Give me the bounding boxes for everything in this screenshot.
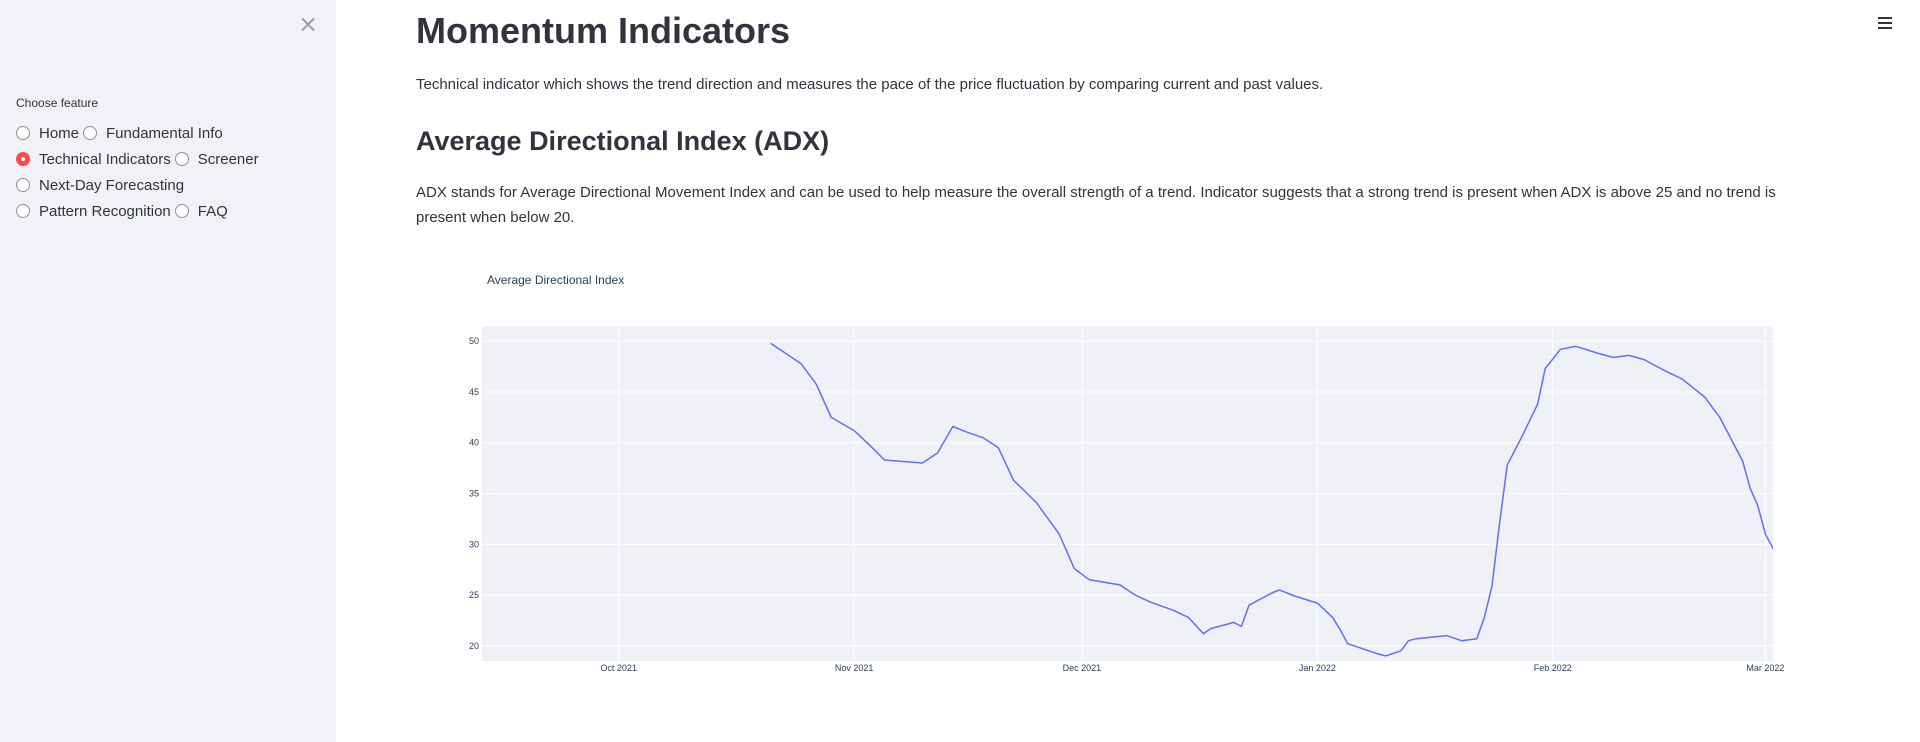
y-tick-label: 50 <box>469 336 479 346</box>
chart-title: Average Directional Index <box>487 273 624 287</box>
y-tick-label: 20 <box>469 641 479 651</box>
x-tick-label: Mar 2022 <box>1746 663 1784 673</box>
x-tick-label: Nov 2021 <box>835 663 874 673</box>
x-tick-label: Oct 2021 <box>600 663 637 673</box>
x-tick-label: Dec 2021 <box>1063 663 1102 673</box>
x-tick-label: Feb 2022 <box>1534 663 1572 673</box>
y-tick-label: 25 <box>469 590 479 600</box>
adx-line-chart: Average Directional Index 20 25 30 35 40 45 50 O… <box>469 273 1784 673</box>
y-tick-label: 35 <box>469 489 479 499</box>
y-tick-label: 30 <box>469 539 479 549</box>
chart-root: Average Directional Index 20 25 30 35 40 45 50 O… <box>469 273 1784 673</box>
x-tick-label: Jan 2022 <box>1299 663 1336 673</box>
y-tick-label: 45 <box>469 387 479 397</box>
y-tick-label: 40 <box>469 438 479 448</box>
